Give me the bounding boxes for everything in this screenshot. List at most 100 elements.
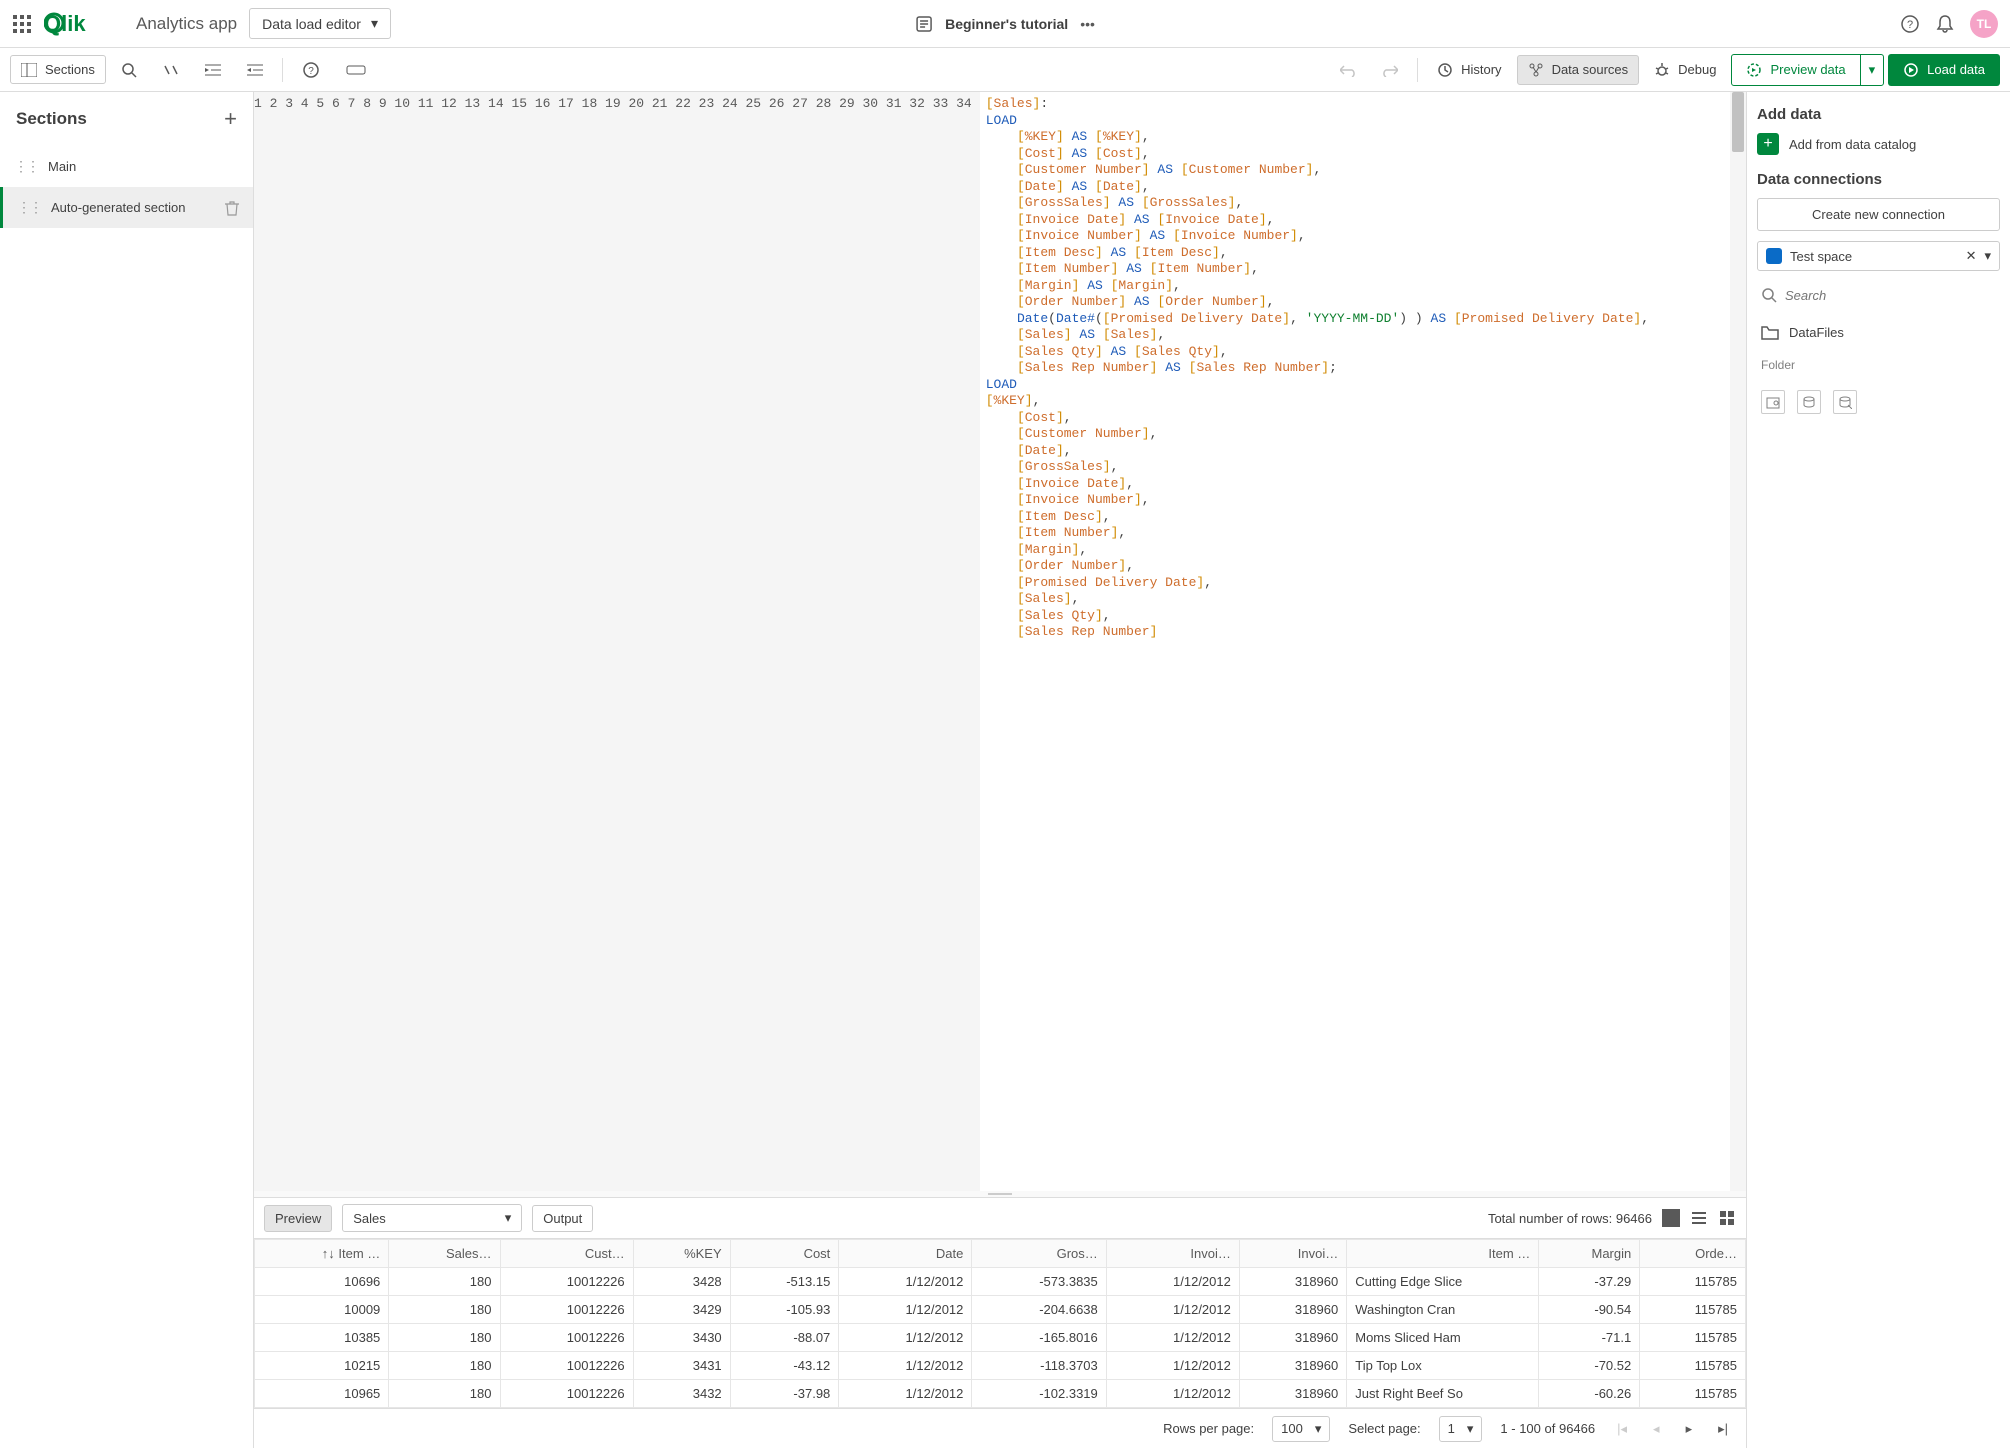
sidebar-title: Sections — [16, 109, 87, 129]
line-gutter: 1 2 3 4 5 6 7 8 9 10 11 12 13 14 15 16 1… — [254, 92, 980, 1191]
history-button[interactable]: History — [1426, 55, 1512, 85]
table-row[interactable]: 10215180100122263431-43.121/12/2012-118.… — [255, 1352, 1746, 1380]
clear-icon[interactable]: ✕ — [1966, 248, 1977, 264]
plus-icon: + — [1757, 133, 1779, 155]
table-cell: 1/12/2012 — [1106, 1296, 1239, 1324]
table-row[interactable]: 10965180100122263432-37.981/12/2012-102.… — [255, 1380, 1746, 1408]
search-input[interactable] — [1785, 288, 1996, 303]
conn-action-3-icon[interactable] — [1833, 390, 1857, 414]
view-list-icon[interactable] — [1690, 1209, 1708, 1227]
table-cell: 3428 — [633, 1268, 730, 1296]
table-cell: 10965 — [255, 1380, 389, 1408]
table-cell: -90.54 — [1539, 1296, 1640, 1324]
space-selector[interactable]: Test space ✕ ▾ — [1757, 241, 2000, 271]
mode-dropdown-label: Data load editor — [262, 16, 361, 32]
debug-label: Debug — [1678, 62, 1716, 77]
table-cell: 115785 — [1640, 1380, 1746, 1408]
comment-button[interactable] — [152, 56, 190, 84]
sections-button[interactable]: Sections — [10, 55, 106, 84]
data-grid[interactable]: ↑↓ Item …Sales…Cust…%KEYCostDateGros…Inv… — [254, 1238, 1746, 1408]
table-cell: 180 — [389, 1296, 500, 1324]
code-content[interactable]: [Sales]: LOAD [%KEY] AS [%KEY], [Cost] A… — [980, 92, 1730, 1191]
sidebar-item-main[interactable]: ⋮⋮ Main — [0, 146, 253, 187]
table-cell: -573.3835 — [972, 1268, 1106, 1296]
column-header[interactable]: ↑↓ Item … — [255, 1240, 389, 1268]
outdent-button[interactable] — [236, 56, 274, 84]
indent-button[interactable] — [194, 56, 232, 84]
sections-button-label: Sections — [45, 62, 95, 77]
table-cell: 115785 — [1640, 1352, 1746, 1380]
column-header[interactable]: Sales… — [389, 1240, 500, 1268]
table-row[interactable]: 10009180100122263429-105.931/12/2012-204… — [255, 1296, 1746, 1324]
conn-action-2-icon[interactable] — [1797, 390, 1821, 414]
delete-section-icon[interactable] — [225, 200, 239, 216]
table-cell: Just Right Beef So — [1347, 1380, 1539, 1408]
table-selector[interactable]: Sales ▾ — [342, 1204, 522, 1232]
preview-caret-icon[interactable]: ▾ — [1861, 55, 1884, 85]
view-table-icon[interactable] — [1662, 1209, 1680, 1227]
tag-button[interactable] — [335, 56, 377, 84]
column-header[interactable]: %KEY — [633, 1240, 730, 1268]
avatar[interactable]: TL — [1970, 10, 1998, 38]
add-from-catalog-button[interactable]: + Add from data catalog — [1757, 133, 2000, 155]
connection-search[interactable] — [1757, 281, 2000, 309]
preview-tab[interactable]: Preview — [264, 1205, 332, 1232]
table-cell: -70.52 — [1539, 1352, 1640, 1380]
table-row[interactable]: 10696180100122263428-513.151/12/2012-573… — [255, 1268, 1746, 1296]
table-cell: 10385 — [255, 1324, 389, 1352]
rows-per-page-select[interactable]: 100▾ — [1272, 1416, 1330, 1442]
notes-icon[interactable] — [915, 15, 933, 33]
column-header[interactable]: Cost — [730, 1240, 839, 1268]
table-cell: 318960 — [1239, 1324, 1346, 1352]
table-cell: 10012226 — [500, 1380, 633, 1408]
next-page-button[interactable]: ▸ — [1682, 1419, 1697, 1439]
table-cell: 10696 — [255, 1268, 389, 1296]
table-cell: -71.1 — [1539, 1324, 1640, 1352]
more-icon[interactable]: ••• — [1080, 16, 1095, 32]
select-page-select[interactable]: 1▾ — [1439, 1416, 1483, 1442]
chevron-down-icon: ▾ — [1315, 1421, 1322, 1437]
preview-data-button[interactable]: Preview data ▾ — [1731, 54, 1884, 86]
prev-page-button[interactable]: ◂ — [1649, 1419, 1664, 1439]
data-sources-label: Data sources — [1552, 62, 1629, 77]
code-editor[interactable]: 1 2 3 4 5 6 7 8 9 10 11 12 13 14 15 16 1… — [254, 92, 1746, 1191]
create-connection-button[interactable]: Create new connection — [1757, 198, 2000, 231]
table-cell: 10012226 — [500, 1268, 633, 1296]
output-tab[interactable]: Output — [532, 1205, 593, 1232]
chevron-down-icon: ▾ — [371, 15, 378, 32]
vertical-scrollbar[interactable] — [1730, 92, 1746, 1191]
apps-grid-icon[interactable] — [12, 14, 32, 34]
table-cell: 115785 — [1640, 1324, 1746, 1352]
data-sources-button[interactable]: Data sources — [1517, 55, 1640, 85]
help-toolbar-button[interactable]: ? — [291, 54, 331, 86]
bell-icon[interactable] — [1936, 14, 1954, 34]
debug-button[interactable]: Debug — [1643, 55, 1727, 85]
datafiles-item[interactable]: DataFiles — [1757, 319, 2000, 346]
help-icon[interactable]: ? — [1900, 14, 1920, 34]
first-page-button[interactable]: |◂ — [1613, 1419, 1631, 1439]
sidebar-item-auto[interactable]: ⋮⋮ Auto-generated section — [0, 187, 253, 228]
undo-button[interactable] — [1329, 56, 1367, 84]
load-data-button[interactable]: Load data — [1888, 54, 2000, 86]
column-header[interactable]: Gros… — [972, 1240, 1106, 1268]
column-header[interactable]: Cust… — [500, 1240, 633, 1268]
mode-dropdown[interactable]: Data load editor ▾ — [249, 8, 391, 39]
last-page-button[interactable]: ▸| — [1714, 1419, 1732, 1439]
view-grid-icon[interactable] — [1718, 1209, 1736, 1227]
table-cell: 1/12/2012 — [839, 1352, 972, 1380]
drag-handle-icon[interactable]: ⋮⋮ — [17, 199, 41, 216]
drag-handle-icon[interactable]: ⋮⋮ — [14, 158, 38, 175]
redo-button[interactable] — [1371, 56, 1409, 84]
column-header[interactable]: Invoi… — [1106, 1240, 1239, 1268]
conn-action-1-icon[interactable] — [1761, 390, 1785, 414]
search-button[interactable] — [110, 55, 148, 85]
column-header[interactable]: Invoi… — [1239, 1240, 1346, 1268]
add-section-button[interactable]: + — [224, 106, 237, 132]
column-header[interactable]: Date — [839, 1240, 972, 1268]
column-header[interactable]: Orde… — [1640, 1240, 1746, 1268]
add-from-catalog-label: Add from data catalog — [1789, 137, 1916, 152]
select-page-label: Select page: — [1348, 1421, 1420, 1436]
column-header[interactable]: Margin — [1539, 1240, 1640, 1268]
table-row[interactable]: 10385180100122263430-88.071/12/2012-165.… — [255, 1324, 1746, 1352]
column-header[interactable]: Item … — [1347, 1240, 1539, 1268]
